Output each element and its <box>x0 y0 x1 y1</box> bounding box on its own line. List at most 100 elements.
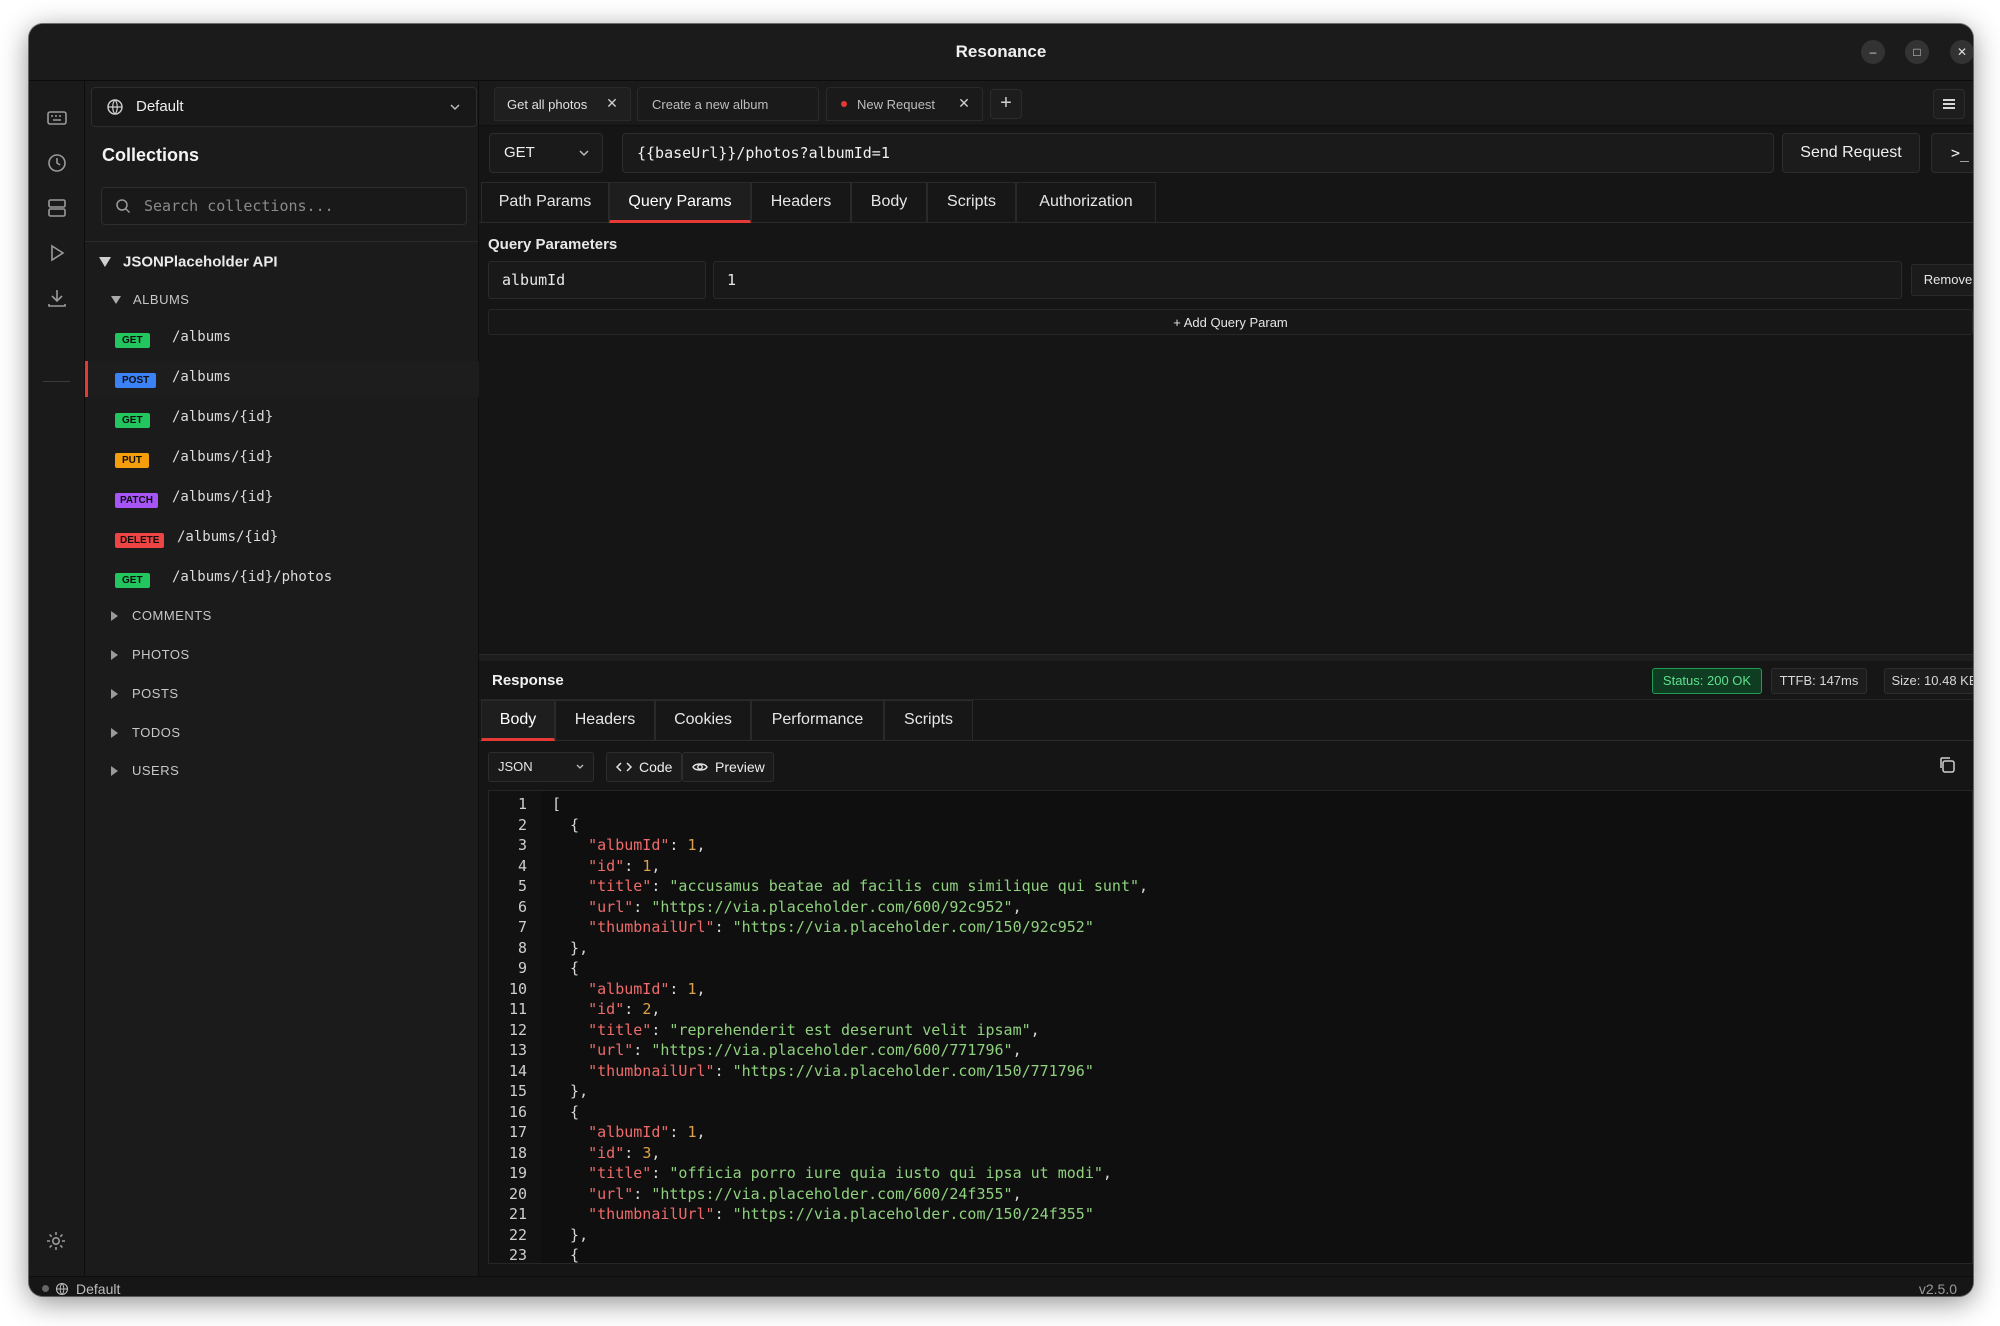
download-icon[interactable] <box>44 285 70 311</box>
folder-label: USERS <box>132 763 180 779</box>
copy-icon[interactable] <box>1937 755 1957 775</box>
expand-caret-icon <box>111 649 118 660</box>
code-line: "id": 1, <box>588 856 661 875</box>
request-post-albums[interactable]: POST /albums <box>85 361 480 397</box>
line-number: 12 <box>508 1020 527 1039</box>
collection-jsonplaceholder[interactable]: JSONPlaceholder API <box>99 253 278 279</box>
tab-create-album[interactable]: Create a new album <box>637 87 819 121</box>
folder-label: PHOTOS <box>132 647 190 663</box>
send-request-button[interactable]: Send Request <box>1782 133 1920 173</box>
response-tabs: Body Headers Cookies Performance Scripts <box>479 700 1973 741</box>
remove-param-button[interactable]: Remove <box>1911 264 1973 296</box>
play-icon[interactable] <box>44 240 70 266</box>
method-badge: PUT <box>115 453 149 468</box>
tab-authorization[interactable]: Authorization <box>1016 182 1156 222</box>
folder-users[interactable]: USERS <box>111 762 179 786</box>
expand-caret-icon <box>111 765 118 776</box>
folder-photos[interactable]: PHOTOS <box>111 646 190 670</box>
new-tab-button[interactable]: + <box>990 89 1022 119</box>
code-line: }, <box>552 1082 589 1100</box>
code-line: "id": 2, <box>588 1000 661 1018</box>
line-number: 19 <box>508 1164 527 1182</box>
close-tab-icon[interactable]: ✕ <box>604 95 620 111</box>
line-number: 14 <box>508 1061 527 1080</box>
search-collections-input[interactable]: Search collections... <box>101 187 467 225</box>
code-view-button[interactable]: Code <box>606 752 682 782</box>
connection-dot-icon <box>42 1285 49 1292</box>
folder-albums[interactable]: ALBUMS <box>111 291 189 315</box>
request-get-album-photos[interactable]: GET /albums/{id}/photos <box>85 561 477 597</box>
response-header: Response Status: 200 OK TTFB: 147ms Size… <box>479 661 1973 700</box>
code-line: "thumbnailUrl": "https://via.placeholder… <box>588 1205 1094 1223</box>
tab-response-cookies[interactable]: Cookies <box>655 700 751 740</box>
collections-sidebar: Default Collections Search collections..… <box>85 81 480 1276</box>
request-patch-album-id[interactable]: PATCH /albums/{id} <box>85 481 477 517</box>
format-select[interactable]: JSON <box>488 752 594 782</box>
request-get-album-id[interactable]: GET /albums/{id} <box>85 401 477 437</box>
close-window-button[interactable]: ✕ <box>1950 40 1973 64</box>
code-line: }, <box>552 938 589 957</box>
query-param-value: 1 <box>727 271 737 289</box>
method-badge: DELETE <box>115 533 165 548</box>
line-number: 5 <box>517 877 527 895</box>
collapse-caret-icon <box>111 295 121 304</box>
chevron-down-icon <box>576 764 584 769</box>
line-number: 1 <box>517 795 527 813</box>
url-input[interactable]: {{baseUrl}}/photos?albumId=1 <box>622 133 1774 173</box>
menu-button[interactable] <box>1933 89 1965 119</box>
folder-comments[interactable]: COMMENTS <box>111 607 212 631</box>
request-delete-album-id[interactable]: DELETE /albums/{id} <box>85 521 477 557</box>
tab-get-all-photos[interactable]: Get all photos ✕ <box>494 87 631 121</box>
folder-label: POSTS <box>132 686 179 702</box>
minimize-button[interactable]: – <box>1861 40 1885 64</box>
history-icon[interactable] <box>44 150 70 176</box>
folder-posts[interactable]: POSTS <box>111 685 179 709</box>
line-number: 8 <box>517 938 527 957</box>
statusbar-environment: Default <box>76 1281 121 1296</box>
hamburger-icon-line <box>1943 107 1955 109</box>
tab-label: Get all photos <box>507 97 588 112</box>
format-value: JSON <box>498 759 533 774</box>
request-get-albums[interactable]: GET /albums <box>85 321 477 357</box>
request-section-tabs: Path Params Query Params Headers Body Sc… <box>479 182 1973 223</box>
line-number: 17 <box>508 1123 527 1141</box>
query-param-key-input[interactable]: albumId <box>488 261 706 299</box>
tab-response-body[interactable]: Body <box>481 700 555 741</box>
tab-response-headers[interactable]: Headers <box>555 700 655 740</box>
tab-query-params[interactable]: Query Params <box>609 182 751 223</box>
line-number: 9 <box>517 959 527 977</box>
line-number: 20 <box>508 1184 527 1203</box>
maximize-button[interactable]: □ <box>1905 40 1929 64</box>
request-path: /albums/{id} <box>172 489 274 505</box>
settings-icon[interactable] <box>44 1229 68 1253</box>
status-badge: Status: 200 OK <box>1652 668 1762 694</box>
collection-name: JSONPlaceholder API <box>123 253 278 271</box>
request-path: /albums/{id} <box>172 409 274 425</box>
tab-path-params[interactable]: Path Params <box>481 182 609 222</box>
method-select[interactable]: GET <box>489 133 603 173</box>
response-code-editor[interactable]: 1 2 3 4 5 6 7 8 9 10 11 12 13 14 15 16 17 18 19 20 21 22 23 [ … <box>488 790 1973 1264</box>
tab-response-scripts[interactable]: Scripts <box>884 700 973 740</box>
server-icon[interactable] <box>44 195 70 221</box>
tab-scripts[interactable]: Scripts <box>927 182 1016 222</box>
query-param-value-input[interactable]: 1 <box>713 261 1902 299</box>
tab-headers[interactable]: Headers <box>751 182 851 222</box>
line-number-gutter: 1 2 3 4 5 6 7 8 9 10 11 12 13 14 15 16 17 18 19 20 21 22 23 <box>489 791 541 1263</box>
code-line: "id": 3, <box>588 1143 661 1162</box>
environment-select[interactable]: Default <box>91 87 477 127</box>
code-line: "url": "https://via.placeholder.com/600/… <box>588 1184 1022 1203</box>
folder-todos[interactable]: TODOS <box>111 724 181 748</box>
request-put-album-id[interactable]: PUT /albums/{id} <box>85 441 477 477</box>
terminal-button[interactable]: >_ <box>1931 133 1973 173</box>
code-line: "albumId": 1, <box>588 1123 706 1141</box>
close-tab-icon[interactable]: ✕ <box>956 95 972 111</box>
expand-caret-icon <box>111 688 118 699</box>
tab-body[interactable]: Body <box>851 182 927 222</box>
keyboard-icon[interactable] <box>44 105 70 131</box>
tab-response-performance[interactable]: Performance <box>751 700 884 740</box>
add-query-param-button[interactable]: + Add Query Param <box>488 309 1973 335</box>
tab-new-request[interactable]: New Request ✕ <box>826 87 983 121</box>
preview-view-button[interactable]: Preview <box>682 752 774 782</box>
code-line: "title": "reprehenderit est deserunt vel… <box>588 1020 1040 1039</box>
sidebar-title: Collections <box>102 145 200 165</box>
